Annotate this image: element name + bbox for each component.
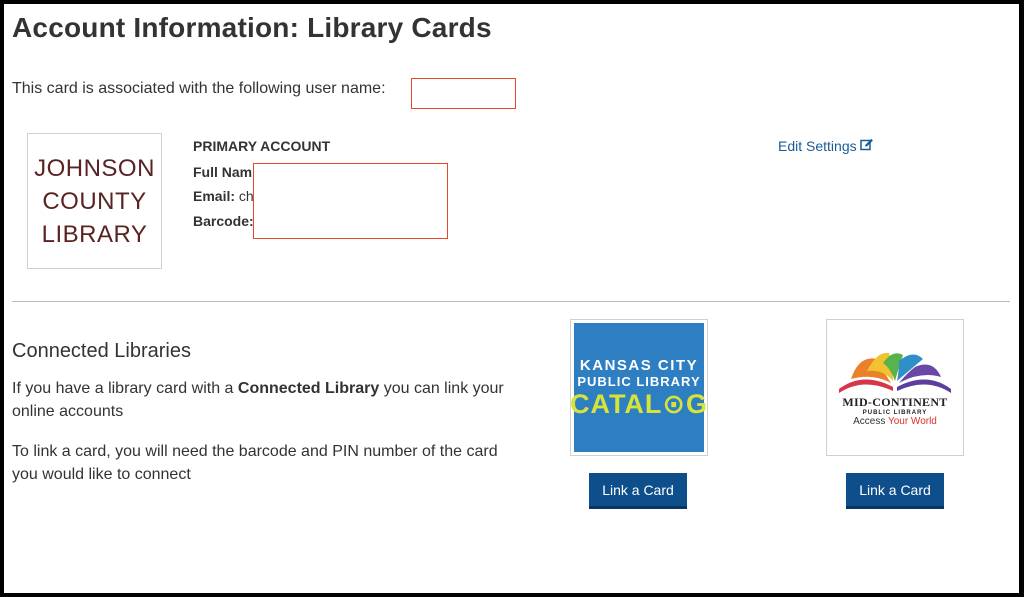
redacted-username xyxy=(411,78,516,109)
tagline-accent: Your World xyxy=(887,415,937,427)
mid-continent-logo-name: MID-CONTINENT xyxy=(842,394,948,409)
edit-settings-label: Edit Settings xyxy=(778,138,857,154)
mid-continent-library-logo: MID-CONTINENT PUBLIC LIBRARY Access Your… xyxy=(826,319,964,456)
email-label: Email: xyxy=(193,188,236,204)
connected-instructions-text: To link a card, you will need the barcod… xyxy=(12,443,498,483)
email-row: Email: ch xyxy=(193,188,254,204)
primary-account-heading: PRIMARY ACCOUNT xyxy=(193,138,331,154)
kc-logo-line: CATAL⊙G xyxy=(569,388,709,419)
kc-logo-line: KANSAS CITY xyxy=(579,356,699,374)
barcode-label: Barcode: xyxy=(193,213,254,229)
logo-line: LIBRARY xyxy=(41,220,148,248)
section-divider xyxy=(12,301,1010,302)
connected-libraries-title: Connected Libraries xyxy=(12,340,191,362)
mid-continent-logo-panel: MID-CONTINENT PUBLIC LIBRARY Access Your… xyxy=(827,320,963,455)
intro-text-bold: Connected Library xyxy=(237,380,380,397)
redacted-account-details xyxy=(253,163,448,239)
mid-continent-logo-tagline: Access Your World xyxy=(853,416,937,427)
connected-intro-text: If you have a library card with a Connec… xyxy=(12,377,512,423)
logo-line: JOHNSON xyxy=(34,154,155,182)
intro-text-part: If you have a library card with a xyxy=(12,380,238,397)
kc-logo-line: PUBLIC LIBRARY xyxy=(577,373,701,389)
kansas-city-logo-panel: KANSAS CITY PUBLIC LIBRARY CATAL⊙G xyxy=(570,323,707,452)
link-card-button-mid-continent[interactable]: Link a Card xyxy=(846,473,944,509)
link-card-button-kansas-city[interactable]: Link a Card xyxy=(589,473,687,509)
open-book-rainbow-icon xyxy=(839,352,951,393)
johnson-county-library-logo: JOHNSON COUNTY LIBRARY xyxy=(27,133,162,269)
edit-settings-link[interactable]: Edit Settings xyxy=(778,138,874,154)
edit-icon xyxy=(859,138,874,154)
full-name-row: Full Nam xyxy=(193,164,252,180)
user-association-text: This card is associated with the followi… xyxy=(12,80,386,97)
page-frame: Account Information: Library Cards This … xyxy=(4,4,1019,593)
page-title: Account Information: Library Cards xyxy=(12,12,492,43)
barcode-row: Barcode: xyxy=(193,213,254,229)
email-value: ch xyxy=(238,188,254,204)
logo-line: COUNTY xyxy=(42,187,147,215)
tagline-part: Access xyxy=(853,415,888,427)
kansas-city-library-logo: KANSAS CITY PUBLIC LIBRARY CATAL⊙G xyxy=(570,319,708,456)
full-name-label: Full Nam xyxy=(193,164,253,180)
